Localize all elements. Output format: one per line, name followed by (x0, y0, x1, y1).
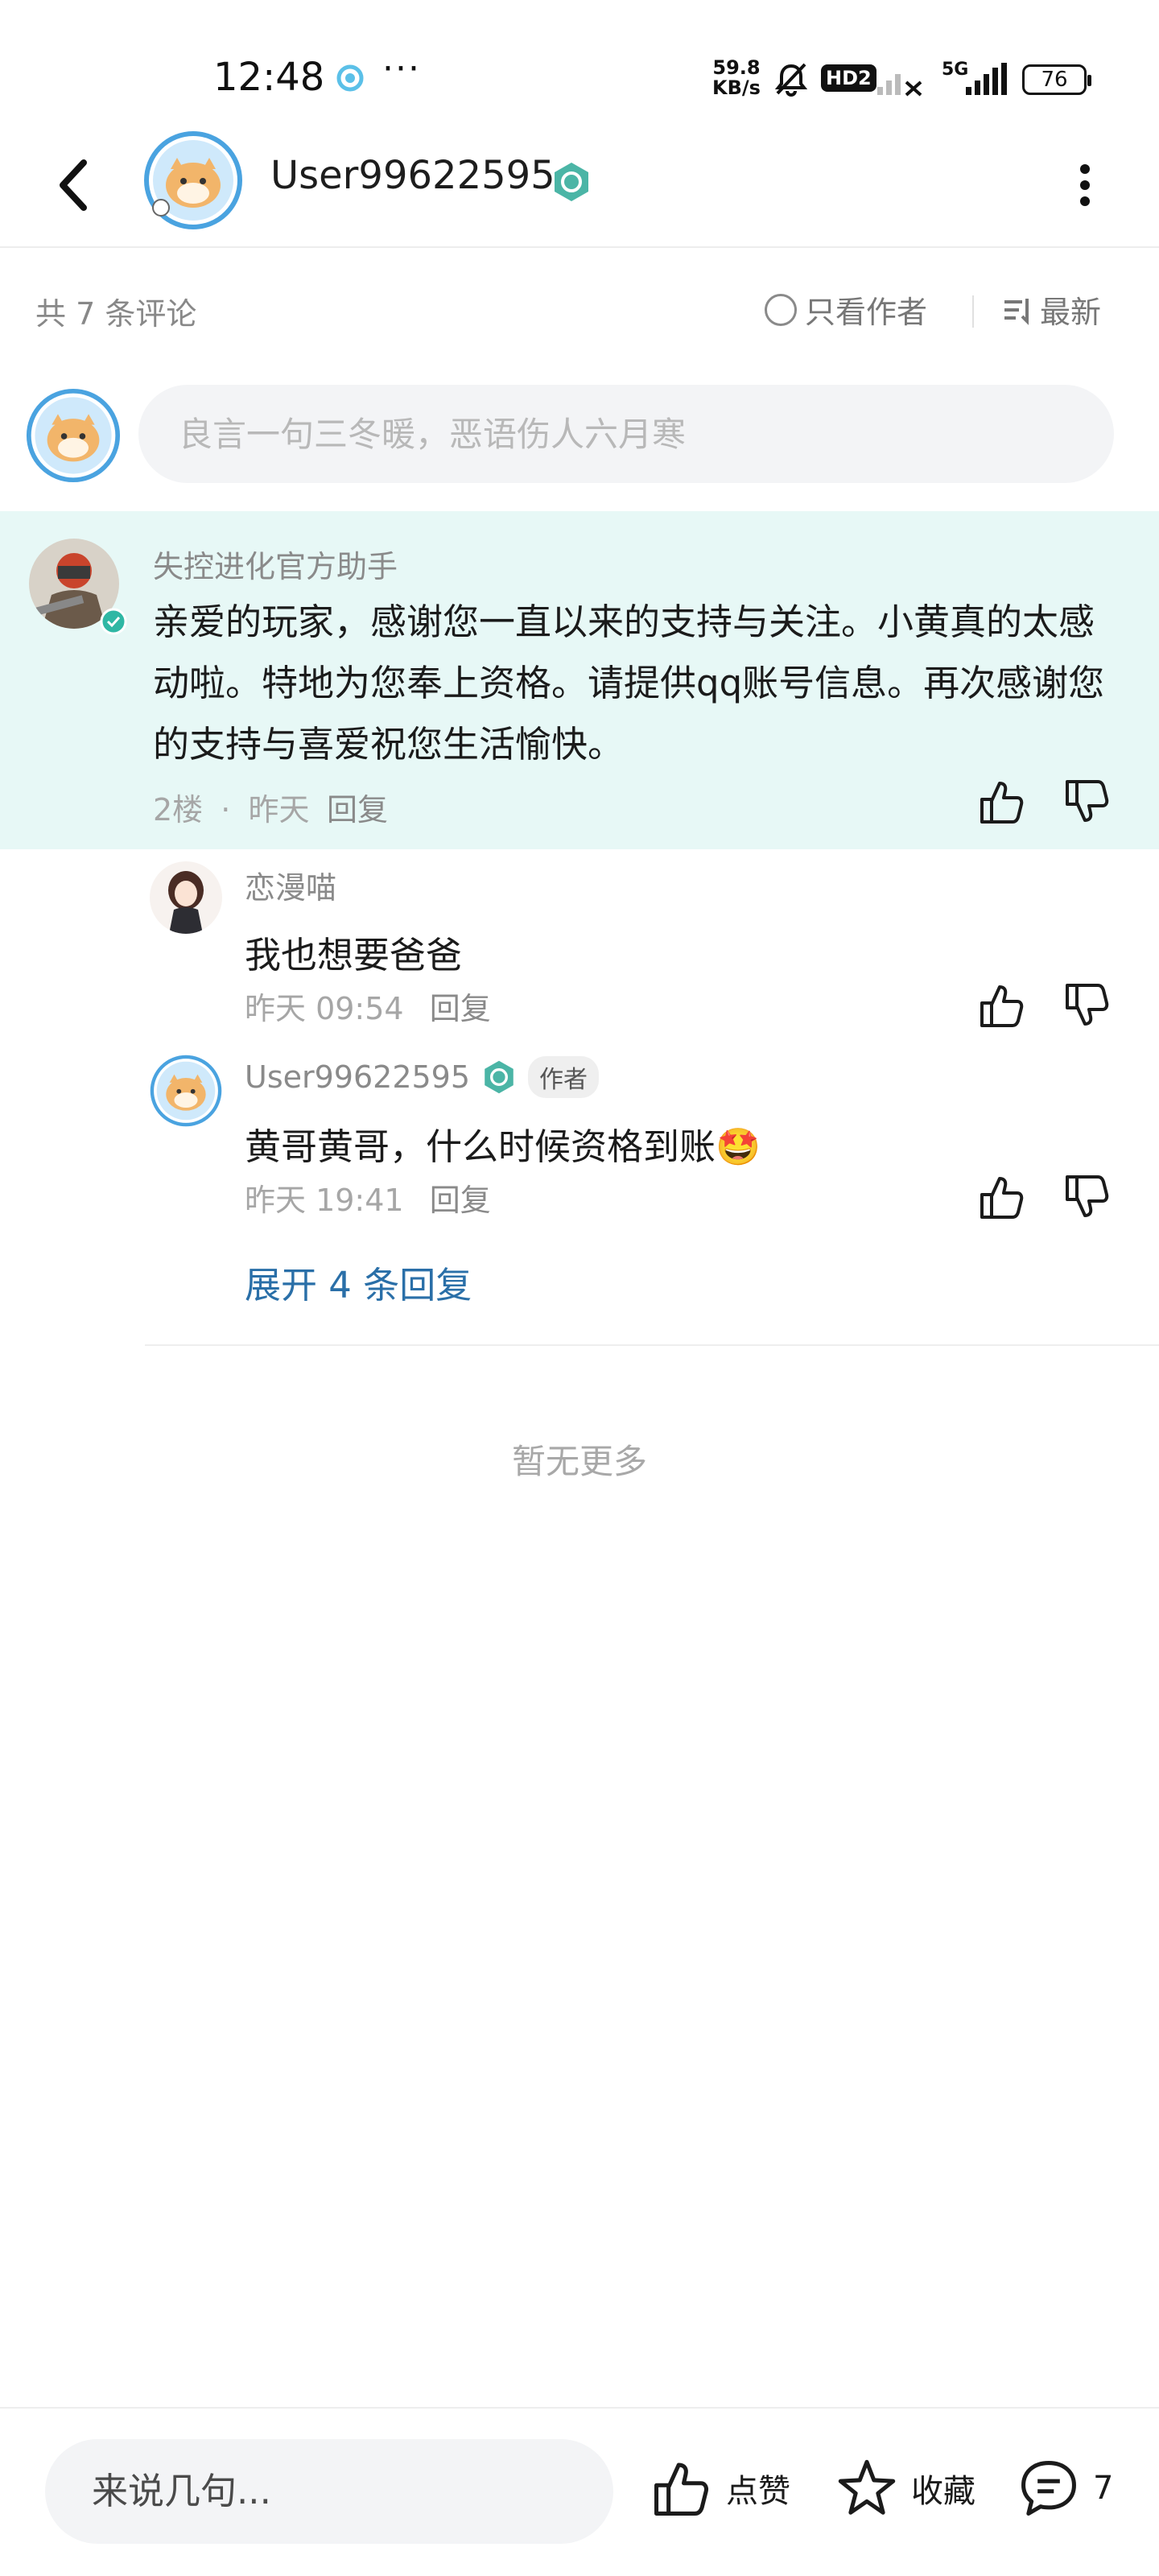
more-options-icon[interactable] (1062, 153, 1107, 217)
no-more-text: 暂无更多 (511, 1442, 647, 1481)
status-bar: 12:48 ··· 59.8 KB/s HD2 5G 76 (0, 0, 1159, 137)
comment-count: 共 7 条评论 (35, 296, 197, 332)
level-badge-icon (555, 163, 588, 201)
header-username: User99622595 (270, 153, 555, 198)
like-label: 点赞 (726, 2473, 790, 2510)
reply-avatar[interactable] (150, 1055, 222, 1127)
only-author-label: 只看作者 (805, 295, 928, 330)
like-button[interactable]: 点赞 (650, 2457, 790, 2520)
comment-input[interactable] (138, 385, 1114, 483)
back-arrow-icon[interactable] (48, 153, 97, 217)
reply-author-name: 恋漫喵 (245, 870, 337, 906)
reply-avatar[interactable] (150, 861, 222, 934)
user-avatar[interactable] (143, 130, 243, 230)
meta-dot: · (221, 792, 231, 828)
status-more-icon: ··· (382, 48, 421, 89)
sort-label: 最新 (1040, 295, 1102, 330)
comment-bubble-icon (1021, 2461, 1076, 2516)
bottom-action-bar: 来说几句... 点赞 收藏 7 (0, 2407, 1159, 2576)
level-badge-icon (485, 1060, 514, 1094)
net-speed: 59.8 KB/s (708, 58, 765, 98)
comment-floor: 2楼 (153, 792, 204, 828)
comments-toolbar: 共 7 条评论 只看作者 最新 (0, 278, 1159, 342)
thread-divider (145, 1344, 1159, 1346)
signal-icon-sim1 (877, 74, 922, 97)
sort-button[interactable]: 最新 (1001, 287, 1101, 332)
comment-meta: 2楼 · 昨天 (153, 785, 309, 829)
reply-time: 昨天 09:54 (245, 991, 404, 1026)
reply-text: 黄哥黄哥，什么时候资格到账🤩 (245, 1125, 761, 1168)
net-speed-value: 59.8 (712, 56, 761, 79)
toolbar-divider (972, 295, 974, 328)
reply-author[interactable]: User99622595 作者 (245, 1056, 600, 1098)
sort-icon (1004, 298, 1029, 325)
thumbs-up-icon[interactable] (977, 1172, 1027, 1222)
reply-author[interactable]: 恋漫喵 (245, 863, 336, 907)
star-icon (838, 2459, 896, 2515)
top-app-bar: User99622595 (0, 129, 1159, 248)
comments-button[interactable]: 7 (1017, 2457, 1113, 2520)
bottom-comment-input[interactable]: 来说几句... (45, 2439, 613, 2544)
reply-button[interactable]: 回复 (430, 991, 491, 1026)
thumbs-down-icon[interactable] (1062, 980, 1112, 1030)
net-speed-unit: KB/s (712, 76, 761, 99)
thumbs-up-icon (654, 2462, 709, 2516)
comment-count-label: 7 (1093, 2470, 1114, 2507)
radio-icon (765, 293, 797, 326)
verified-icon (100, 608, 127, 635)
favorite-button[interactable]: 收藏 (835, 2457, 975, 2520)
thumbs-up-icon[interactable] (977, 777, 1027, 827)
hd-voice-icon: HD2 (821, 64, 876, 92)
reply-time: 昨天 19:41 (245, 1183, 404, 1218)
reply-button[interactable]: 回复 (327, 785, 388, 829)
mute-bell-icon (774, 63, 808, 97)
only-author-toggle[interactable]: 只看作者 (765, 287, 927, 332)
status-time: 12:48 (213, 55, 325, 100)
thumbs-down-icon[interactable] (1062, 777, 1112, 827)
comment-text: 亲爱的玩家，感谢您一直以来的支持与关注。小黄真的太感动啦。特地为您奉上资格。请提… (153, 601, 1105, 766)
my-avatar (26, 388, 121, 483)
thumbs-up-icon[interactable] (977, 980, 1027, 1030)
comment-time: 昨天 (248, 792, 310, 828)
comment-item: 失控进化官方助手 亲爱的玩家，感谢您一直以来的支持与关注。小黄真的太感动啦。特地… (0, 511, 1159, 849)
reply-meta: 昨天 09:54 回复 (245, 984, 491, 1028)
favorite-label: 收藏 (911, 2473, 975, 2510)
thumbs-down-icon[interactable] (1062, 1172, 1112, 1222)
expand-replies-link[interactable]: 展开 4 条回复 (245, 1256, 472, 1308)
reply-button[interactable]: 回复 (430, 1183, 491, 1218)
reply-text: 我也想要爸爸 (245, 934, 463, 976)
battery-icon: 76 (1022, 64, 1091, 95)
reply-author-name: User99622595 (245, 1059, 471, 1095)
author-tag: 作者 (528, 1056, 600, 1098)
comment-author[interactable]: 失控进化官方助手 (153, 542, 398, 586)
reply-meta: 昨天 19:41 回复 (245, 1175, 491, 1220)
app-notification-icon (336, 64, 364, 92)
signal-icon-sim2 (966, 63, 1007, 95)
